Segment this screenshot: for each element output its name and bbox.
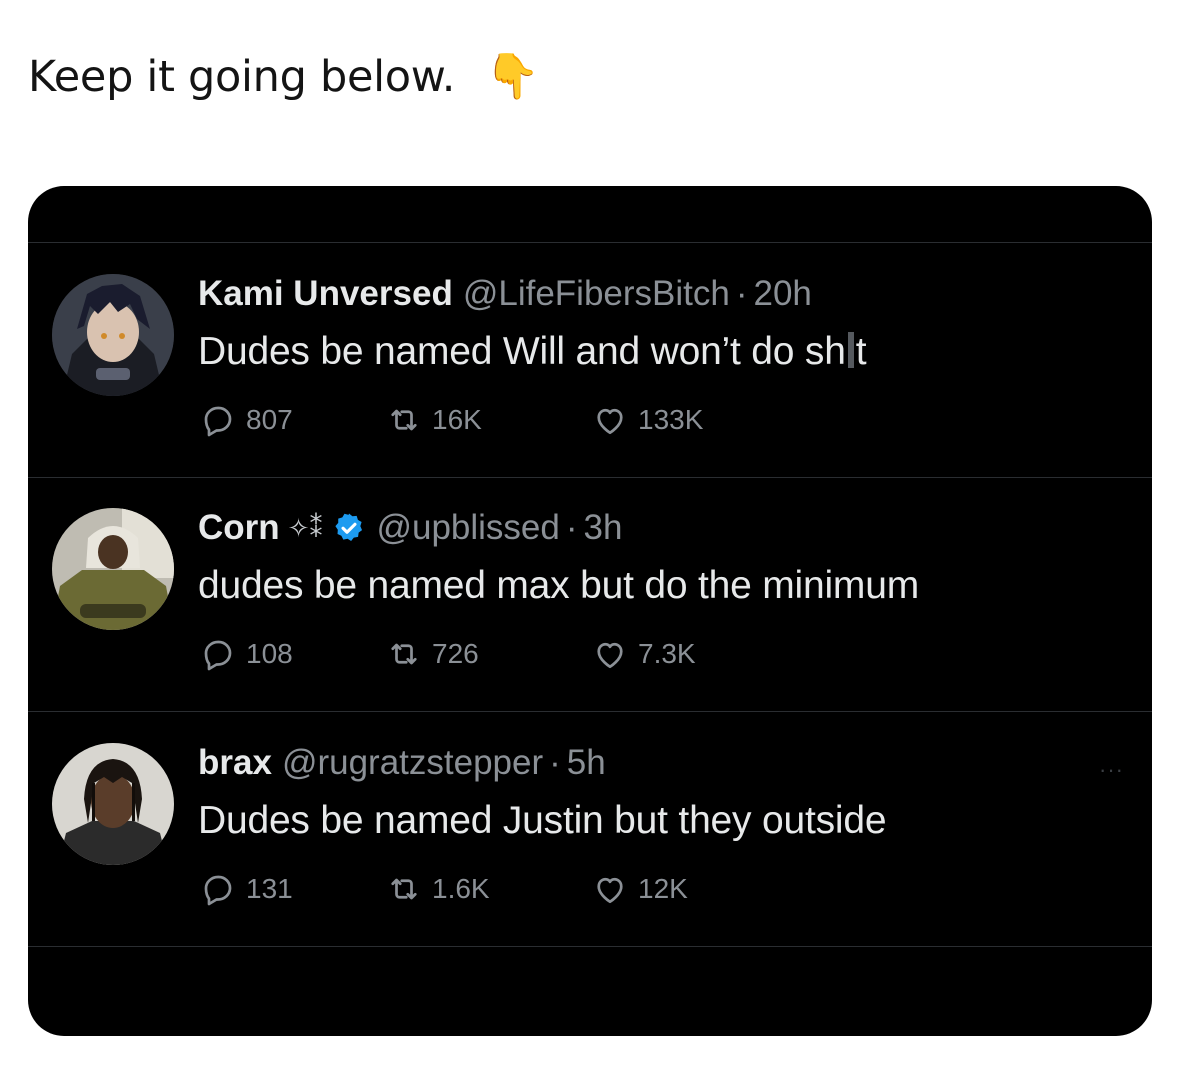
separator-dot: ·: [565, 508, 578, 547]
display-name[interactable]: brax: [198, 743, 272, 783]
retweet-button[interactable]: 16K: [386, 402, 482, 438]
like-count: 12K: [638, 873, 688, 904]
name-decoration: ✧⁑: [287, 512, 323, 543]
like-button[interactable]: 12K: [592, 871, 688, 907]
avatar[interactable]: [52, 743, 174, 865]
tweet-text: Dudes be named Justin but they outside: [198, 799, 887, 842]
verified-badge-icon: [332, 511, 366, 545]
user-handle[interactable]: @LifeFibersBitch: [463, 274, 730, 314]
tweet-text: Dudes be named Will and won’t do sh t: [198, 330, 867, 374]
timestamp[interactable]: 5h: [567, 743, 606, 783]
like-count: 133K: [638, 404, 704, 435]
user-handle[interactable]: @upblissed: [376, 508, 559, 548]
display-name[interactable]: Corn: [198, 508, 280, 548]
avatar-anime-character: [52, 274, 174, 396]
divider: [28, 242, 1152, 243]
more-options-icon[interactable]: ···: [1099, 757, 1124, 783]
avatar[interactable]: [52, 508, 174, 630]
tweet-3[interactable]: brax @rugratzstepper · 5h ··· Dudes be n…: [28, 743, 1152, 973]
retweet-button[interactable]: 1.6K: [386, 871, 490, 907]
reply-button[interactable]: 131: [200, 871, 293, 907]
reply-icon: [204, 640, 232, 671]
divider: [28, 477, 1152, 478]
reply-icon: [204, 875, 232, 906]
tweet-1[interactable]: Kami Unversed @LifeFibersBitch · 20h Dud…: [28, 274, 1152, 504]
reply-button[interactable]: 807: [200, 402, 293, 438]
retweet-icon: [391, 643, 417, 665]
text-cursor: [847, 332, 854, 368]
pointing-down-icon: 👇: [485, 51, 540, 102]
heart-icon: [597, 408, 623, 435]
avatar-person-hoodie: [52, 508, 174, 630]
retweet-count: 1.6K: [432, 873, 490, 904]
retweet-icon: [391, 878, 417, 900]
retweet-count: 726: [432, 638, 479, 669]
avatar[interactable]: [52, 274, 174, 396]
retweet-count: 16K: [432, 404, 482, 435]
separator-dot: ·: [549, 743, 561, 782]
separator-dot: ·: [735, 274, 748, 313]
tweet-2[interactable]: Corn ✧⁑ @upblissed · 3h dudes be named m…: [28, 508, 1152, 738]
tweet-text: dudes be named max but do the minimum: [198, 564, 919, 607]
reply-count: 131: [246, 873, 293, 904]
reply-count: 108: [246, 638, 293, 669]
divider: [28, 711, 1152, 712]
timestamp[interactable]: 3h: [584, 508, 623, 548]
timestamp[interactable]: 20h: [754, 274, 812, 314]
user-handle[interactable]: @rugratzstepper: [282, 743, 543, 783]
reply-count: 807: [246, 404, 293, 435]
display-name[interactable]: Kami Unversed: [198, 274, 453, 314]
retweet-icon: [391, 409, 417, 431]
like-button[interactable]: 7.3K: [592, 636, 696, 672]
tweet-text-part: t: [855, 330, 867, 373]
avatar-person-locs: [52, 743, 174, 865]
like-count: 7.3K: [638, 638, 696, 669]
reply-icon: [204, 406, 232, 437]
tweet-screenshot-card: Kami Unversed @LifeFibersBitch · 20h Dud…: [28, 186, 1152, 1036]
tweet-header: Corn ✧⁑ @upblissed · 3h: [198, 508, 622, 548]
heart-icon: [597, 642, 623, 669]
divider: [28, 946, 1152, 947]
tweet-header: Kami Unversed @LifeFibersBitch · 20h: [198, 274, 812, 314]
retweet-button[interactable]: 726: [386, 636, 479, 672]
tweet-text-part: Dudes be named Will and won’t do sh: [198, 330, 846, 373]
tweet-header: brax @rugratzstepper · 5h: [198, 743, 606, 783]
post-caption: Keep it going below. 👇: [28, 52, 540, 102]
heart-icon: [597, 877, 623, 904]
reply-button[interactable]: 108: [200, 636, 293, 672]
caption-text: Keep it going below.: [28, 52, 456, 102]
like-button[interactable]: 133K: [592, 402, 703, 438]
